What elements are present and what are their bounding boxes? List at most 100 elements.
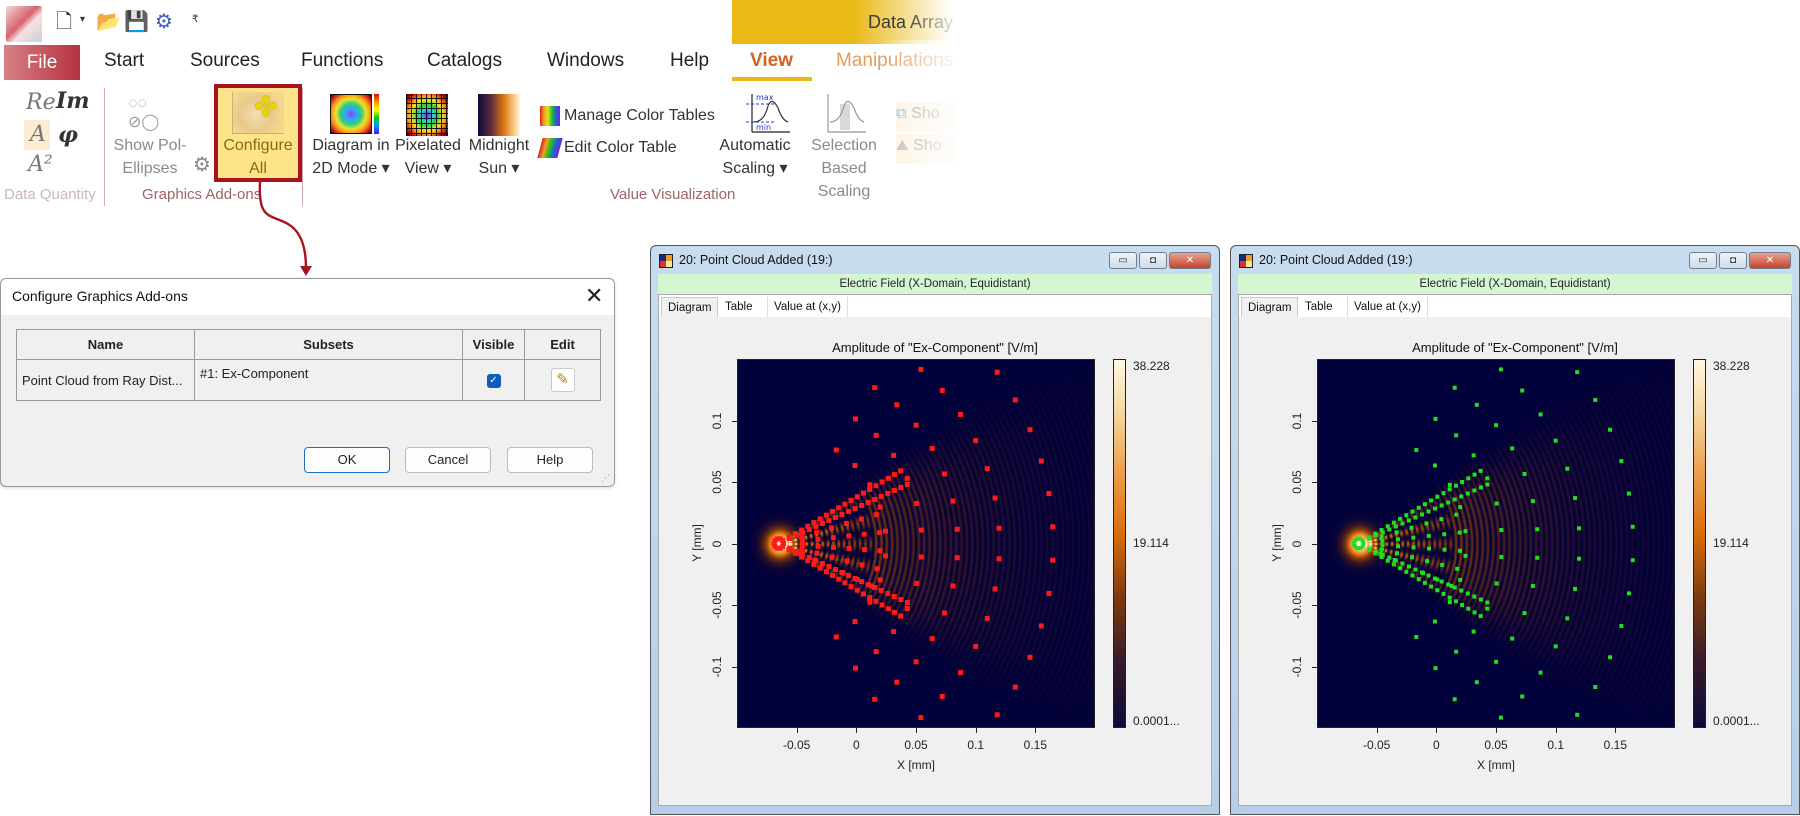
point-cloud-point [865,499,871,505]
open-folder-icon[interactable]: 📂 [96,10,121,34]
point-cloud-point [878,588,884,594]
maximize-button[interactable]: ◘ [1139,252,1167,269]
close-button[interactable]: ✕ [1169,252,1211,269]
point-cloud-point [1387,555,1392,560]
imaginary-part-button[interactable]: Im [56,88,90,114]
point-cloud-point [913,659,919,665]
point-cloud-point [839,511,845,517]
contextual-tab-group-label: Data Array [868,12,954,32]
column-header-edit[interactable]: Edit [524,328,601,361]
tab-value-at-xy[interactable]: Value at (x,y) [1347,297,1428,317]
tab-view[interactable]: View [750,50,793,72]
addon-subsets-cell[interactable]: #1: Ex-Component [194,359,463,401]
point-cloud-point [1425,559,1430,564]
point-cloud-point [1379,534,1384,539]
tab-catalogs[interactable]: Catalogs [427,50,502,72]
ok-button[interactable]: OK [304,447,390,473]
pixelated-view-button[interactable]: Pixelated View ▾ [392,134,464,180]
point-cloud-point [1485,600,1490,605]
point-cloud-point [1406,518,1411,523]
tab-help[interactable]: Help [670,50,709,72]
amplitude-button[interactable]: A [30,122,46,147]
y-tick-mark [1312,605,1317,606]
edit-pencil-button[interactable]: ✎ [550,368,575,393]
midnight-sun-button[interactable]: Midnight Sun ▾ [464,134,534,180]
point-cloud-point [1446,500,1451,505]
tab-file[interactable]: File [4,45,80,80]
x-tick-mark [1035,728,1037,733]
tab-diagram[interactable]: Diagram [1241,297,1299,317]
phase-button[interactable]: φ [58,122,78,148]
selection-based-scaling-button[interactable]: Selection Based Scaling [794,134,894,203]
tab-start[interactable]: Start [104,50,144,72]
real-part-button[interactable]: Re [26,90,56,115]
point-cloud-point [1478,485,1483,490]
resize-grip-icon[interactable]: ⋰ [601,473,610,484]
tab-table[interactable]: Table [719,297,759,317]
point-cloud-point [1374,533,1379,538]
point-cloud-point [984,466,990,472]
help-button[interactable]: Help [507,447,593,473]
point-cloud-point [1411,545,1416,550]
addon-name-cell[interactable]: Point Cloud from Ray Dist... [16,359,195,401]
x-tick-label: 0.15 [1603,738,1627,752]
point-cloud-point [1046,491,1052,497]
point-cloud-point [842,501,848,507]
point-cloud-point [852,462,858,468]
point-cloud-point [867,595,873,601]
configure-all-button[interactable]: Configure All [218,134,298,180]
point-cloud-point [1457,530,1462,535]
x-tick-mark [1615,728,1617,733]
min-label: min [756,123,771,132]
cancel-button[interactable]: Cancel [405,447,491,473]
point-cloud-point [1424,521,1429,526]
x-tick-label: -0.05 [782,738,811,752]
show-pol-ellipses-button[interactable]: Show Pol- Ellipses [110,134,190,180]
point-cloud-point [950,498,956,504]
close-icon[interactable]: ✕ [585,283,603,309]
point-cloud-point [854,577,860,583]
point-cloud-point [846,546,852,552]
squared-amplitude-button[interactable]: A² [28,152,53,177]
diagram-2d-mode-button[interactable]: Diagram in 2D Mode ▾ [308,134,394,180]
column-header-visible[interactable]: Visible [462,328,525,361]
new-document-icon[interactable]: 🗋 [52,10,76,34]
settings-window-icon[interactable]: ⚙ [152,10,176,34]
column-header-name[interactable]: Name [16,328,195,361]
point-cloud-point [840,570,846,576]
new-dropdown-caret-icon[interactable]: ▾ [80,14,85,25]
window-body: Diagram Table Value at (x,y) Amplitude o… [1238,294,1792,806]
maximize-button[interactable]: ◘ [1719,252,1747,269]
tab-value-at-xy[interactable]: Value at (x,y) [767,297,848,317]
point-cloud-point [1499,554,1504,559]
point-cloud-point [1466,476,1471,481]
tab-sources[interactable]: Sources [190,50,260,72]
point-cloud-point [1573,586,1578,591]
tab-table[interactable]: Table [1299,297,1339,317]
point-cloud-point [1553,644,1558,649]
minimize-button[interactable]: ▭ [1109,252,1137,269]
visible-checkbox[interactable]: ✓ [486,373,501,388]
column-header-subsets[interactable]: Subsets [194,328,463,361]
customize-quick-access-icon[interactable]: ₹ [192,14,198,25]
save-icon[interactable]: 💾 [124,10,149,34]
minimize-button[interactable]: ▭ [1689,252,1717,269]
point-cloud-point [958,411,964,417]
manage-color-tables-button[interactable]: Manage Color Tables [564,104,715,127]
window-subtitle: Electric Field (X-Domain, Equidistant) [1238,274,1792,294]
point-cloud-point [1520,388,1525,393]
group-separator [104,88,105,206]
tab-functions[interactable]: Functions [301,50,383,72]
point-cloud-point [954,555,960,561]
tab-diagram[interactable]: Diagram [661,297,719,317]
automatic-scaling-button[interactable]: Automatic Scaling ▾ [712,134,798,180]
tab-windows[interactable]: Windows [547,50,624,72]
point-cloud-point [1575,370,1580,375]
gear-icon[interactable]: ⚙ [193,152,211,177]
edit-color-table-button[interactable]: Edit Color Table [564,136,677,159]
colorbar-mid-label: 19.114 [1133,535,1169,550]
point-cloud-point [848,584,854,590]
close-button[interactable]: ✕ [1749,252,1791,269]
table-row[interactable]: Point Cloud from Ray Dist... #1: Ex-Comp… [16,359,601,401]
app-logo[interactable] [6,6,42,42]
